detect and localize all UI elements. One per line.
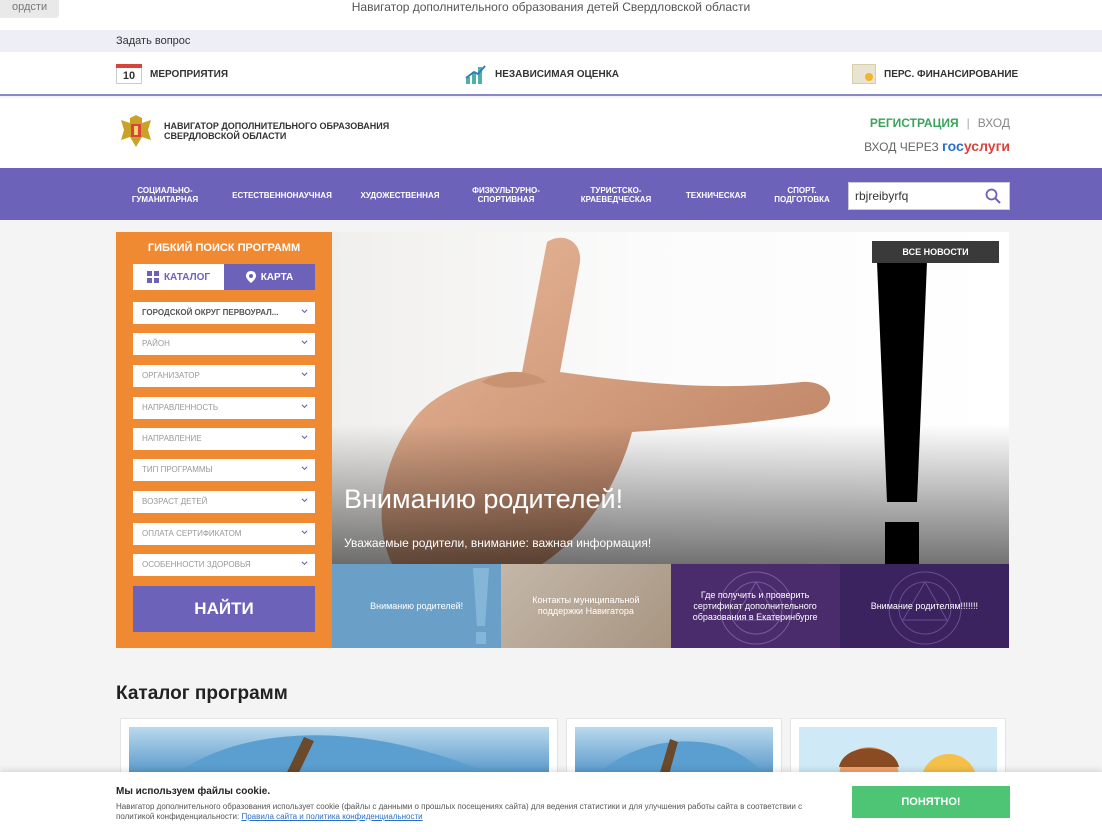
nav-sport-training[interactable]: СПОРТ. ПОДГОТОВКА	[764, 182, 840, 208]
coat-of-arms-icon	[121, 115, 151, 147]
chevron-down-icon	[301, 372, 308, 377]
find-button[interactable]: НАЙТИ	[133, 586, 315, 632]
hero-title[interactable]: Вниманию родителей!	[344, 484, 623, 515]
news-slider[interactable]: Вниманию родителей! Уважаемые родители, …	[332, 232, 1009, 564]
events-label: МЕРОПРИЯТИЯ	[150, 68, 229, 80]
search-input[interactable]	[855, 187, 975, 205]
news-tile-2[interactable]: Контакты муниципальной поддержки Навигат…	[501, 564, 671, 648]
chevron-down-icon	[301, 498, 308, 503]
nav-physical-sports[interactable]: ФИЗКУЛЬТУРНО-СПОРТИВНАЯ	[460, 182, 552, 208]
gosuslugi-logo: госуслуги	[942, 138, 1010, 154]
nav-art[interactable]: ХУДОЖЕСТВЕННАЯ	[350, 182, 450, 208]
map-tab-label: КАРТА	[260, 271, 294, 283]
hero-subtitle: Уважаемые родители, внимание: важная инф…	[344, 536, 652, 550]
bar-chart-icon	[465, 64, 487, 84]
register-link[interactable]: РЕГИСТРАЦИЯ	[870, 116, 959, 130]
auth-separator: |	[966, 116, 970, 130]
catalog-title: Каталог программ	[116, 683, 288, 704]
select-organizer[interactable]: ОРГАНИЗАТОР	[133, 365, 315, 387]
select-program-type[interactable]: ТИП ПРОГРАММЫ	[133, 459, 315, 481]
search-box	[848, 182, 1010, 210]
nav-natural-science[interactable]: ЕСТЕСТВЕННОНАУЧНАЯ	[224, 182, 340, 208]
calendar-day: 10	[122, 70, 136, 82]
flexible-search-panel: ГИБКИЙ ПОИСК ПРОГРАММ КАТАЛОГ КАРТА ГОРО…	[116, 232, 332, 648]
select-health-features[interactable]: ОСОБЕННОСТИ ЗДОРОВЬЯ	[133, 554, 315, 576]
cookie-banner: Мы используем файлы cookie. Навигатор до…	[0, 772, 1102, 832]
nav-technical[interactable]: ТЕХНИЧЕСКАЯ	[676, 182, 756, 208]
personal-funding-link[interactable]: ПЕРС. ФИНАНСИРОВАНИЕ	[852, 64, 1018, 84]
nav-tourism-local-history[interactable]: ТУРИСТСКО-КРАЕВЕДЧЕСКАЯ	[564, 182, 668, 208]
news-tile-3[interactable]: Где получить и проверить сертификат допо…	[670, 564, 840, 648]
privacy-policy-link[interactable]: Правила сайта и политика конфиденциально…	[241, 812, 422, 821]
chevron-down-icon	[301, 561, 308, 566]
grid-icon	[146, 271, 159, 283]
calendar-icon: 10	[116, 64, 142, 84]
gos-login-label: ВХОД ЧЕРЕЗ	[864, 140, 939, 154]
auth-block: РЕГИСТРАЦИЯ | ВХОД ВХОД ЧЕРЕЗ госуслуги	[864, 116, 1010, 154]
top-menu: 10 МЕРОПРИЯТИЯ НЕЗАВИСИМАЯ ОЦЕНКА ПЕРС. …	[0, 52, 1102, 96]
site-logo[interactable]: НАВИГАТОР ДОПОЛНИТЕЛЬНОГО ОБРАЗОВАНИЯ СВ…	[118, 114, 394, 148]
select-orientation[interactable]: НАПРАВЛЕННОСТЬ	[133, 397, 315, 419]
map-tab[interactable]: КАРТА	[224, 264, 315, 290]
catalog-tab[interactable]: КАТАЛОГ	[133, 264, 224, 290]
certificate-coin-icon	[852, 64, 876, 84]
chevron-down-icon	[301, 530, 308, 535]
category-nav: СОЦИАЛЬНО-ГУМАНИТАРНАЯ ЕСТЕСТВЕННОНАУЧНА…	[0, 168, 1102, 220]
news-tile-1[interactable]: Вниманию родителей!	[332, 564, 502, 648]
filter-title: ГИБКИЙ ПОИСК ПРОГРАММ	[147, 242, 301, 254]
select-children-age[interactable]: ВОЗРАСТ ДЕТЕЙ	[133, 491, 315, 513]
select-municipality[interactable]: ГОРОДСКОЙ ОКРУГ ПЕРВОУРАЛ...	[133, 302, 315, 324]
gosuslugi-login-link[interactable]: ВХОД ЧЕРЕЗ госуслуги	[864, 138, 1010, 154]
chevron-down-icon	[301, 435, 308, 440]
login-link[interactable]: ВХОД	[978, 116, 1010, 130]
map-pin-icon	[245, 271, 256, 283]
chevron-down-icon	[301, 340, 308, 345]
nav-social-humanitarian[interactable]: СОЦИАЛЬНО-ГУМАНИТАРНАЯ	[118, 182, 212, 208]
browser-strip: ордсти Навигатор дополнительного образов…	[0, 0, 1102, 30]
cookie-accept-button[interactable]: ПОНЯТНО!	[852, 786, 1010, 818]
exclamation-icon	[473, 568, 489, 644]
ask-question-link[interactable]: Задать вопрос	[116, 35, 190, 47]
cookie-text: Навигатор дополнительного образования ис…	[116, 802, 803, 821]
search-icon[interactable]	[985, 188, 1001, 204]
view-toggle: КАТАЛОГ КАРТА	[133, 264, 315, 290]
news-tile-4[interactable]: Внимание родителям!!!!!!!	[839, 564, 1009, 648]
select-district[interactable]: РАЙОН	[133, 333, 315, 355]
independent-rating-link[interactable]: НЕЗАВИСИМАЯ ОЦЕНКА	[465, 64, 619, 84]
cookie-title: Мы используем файлы cookie.	[116, 786, 271, 797]
site-header: НАВИГАТОР ДОПОЛНИТЕЛЬНОГО ОБРАЗОВАНИЯ СВ…	[0, 98, 1102, 168]
chevron-down-icon	[301, 309, 308, 314]
catalog-tab-label: КАТАЛОГ	[163, 271, 211, 283]
chevron-down-icon	[301, 404, 308, 409]
rating-label: НЕЗАВИСИМАЯ ОЦЕНКА	[495, 68, 620, 80]
browser-page-title: Навигатор дополнительного образования де…	[351, 0, 751, 14]
select-direction[interactable]: НАПРАВЛЕНИЕ	[133, 428, 315, 450]
chevron-down-icon	[301, 466, 308, 471]
news-tiles: Вниманию родителей! Контакты муниципальн…	[332, 564, 1009, 648]
funding-label: ПЕРС. ФИНАНСИРОВАНИЕ	[884, 68, 1019, 80]
events-link[interactable]: 10 МЕРОПРИЯТИЯ	[116, 64, 228, 84]
select-certificate-payment[interactable]: ОПЛАТА СЕРТИФИКАТОМ	[133, 523, 315, 545]
logo-text: НАВИГАТОР ДОПОЛНИТЕЛЬНОГО ОБРАЗОВАНИЯ СВ…	[164, 121, 390, 141]
all-news-button[interactable]: ВСЕ НОВОСТИ	[872, 241, 999, 263]
ask-bar: Задать вопрос	[0, 30, 1102, 52]
